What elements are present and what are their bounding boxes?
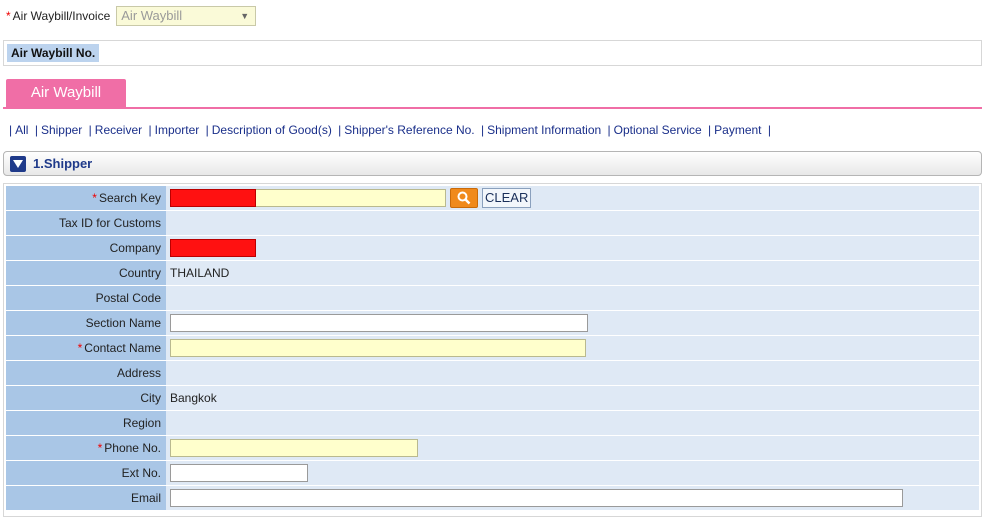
contact-name-label: Contact Name xyxy=(84,341,161,355)
nav-separator: | xyxy=(607,123,611,137)
nav-link-shipper[interactable]: Shipper xyxy=(41,123,82,137)
field-value xyxy=(166,436,979,460)
country-label: Country xyxy=(6,261,166,285)
nav-link-payment[interactable]: Payment xyxy=(714,123,761,137)
nav-separator: | xyxy=(480,123,485,137)
required-mark: * xyxy=(92,191,97,205)
nav-link-shipment-information[interactable]: Shipment Information xyxy=(487,123,601,137)
search-button[interactable] xyxy=(450,188,478,208)
form-row-city: City Bangkok xyxy=(6,386,979,411)
field-label: * Contact Name xyxy=(6,336,166,360)
city-value: Bangkok xyxy=(166,386,979,410)
tab-air-waybill[interactable]: Air Waybill xyxy=(6,79,126,107)
form-row-tax-id: Tax ID for Customs xyxy=(6,211,979,236)
form-row-section-name: Section Name xyxy=(6,311,979,336)
nav-link-all[interactable]: All xyxy=(15,123,28,137)
section-nav: | All | Shipper | Receiver | Importer | Descr… xyxy=(6,123,774,137)
form-row-company: Company xyxy=(6,236,979,261)
field-value xyxy=(166,486,979,510)
search-key-label: Search Key xyxy=(98,191,161,205)
ext-label: Ext No. xyxy=(6,461,166,485)
required-mark: * xyxy=(77,341,83,355)
section-name-input[interactable] xyxy=(170,314,588,332)
nav-link-receiver[interactable]: Receiver xyxy=(95,123,142,137)
contact-name-input[interactable] xyxy=(170,339,586,357)
postal-code-label: Postal Code xyxy=(6,286,166,310)
required-mark: * xyxy=(6,9,11,23)
field-label: * Search Key xyxy=(6,186,166,210)
nav-link-importer[interactable]: Importer xyxy=(155,123,200,137)
nav-separator: | xyxy=(148,123,152,137)
address-value xyxy=(166,361,979,385)
tax-id-label: Tax ID for Customs xyxy=(6,211,166,235)
form-row-phone: * Phone No. xyxy=(6,436,979,461)
nav-separator: | xyxy=(88,123,92,137)
redacted-block xyxy=(170,239,256,257)
form-row-region: Region xyxy=(6,411,979,436)
field-label: * Phone No. xyxy=(6,436,166,460)
document-type-label: Air Waybill/Invoice xyxy=(12,9,111,23)
field-value xyxy=(166,311,979,335)
air-waybill-number-panel: Air Waybill No. xyxy=(3,40,982,66)
email-input[interactable] xyxy=(170,489,903,507)
nav-separator: | xyxy=(205,123,209,137)
clear-button[interactable]: CLEAR xyxy=(482,188,532,208)
nav-separator: | xyxy=(9,123,13,137)
search-key-input[interactable] xyxy=(170,189,446,207)
postal-code-value xyxy=(166,286,979,310)
nav-link-description-of-goods[interactable]: Description of Good(s) xyxy=(212,123,332,137)
nav-link-optional-service[interactable]: Optional Service xyxy=(614,123,702,137)
search-icon xyxy=(457,191,471,205)
form-row-search-key: * Search Key CLEAR xyxy=(6,186,979,211)
ext-input[interactable] xyxy=(170,464,308,482)
document-type-value: Air Waybill xyxy=(121,8,183,23)
nav-link-shipper-reference[interactable]: Shipper's Reference No. xyxy=(344,123,474,137)
country-value: THAILAND xyxy=(166,261,979,285)
shipper-section-header[interactable]: 1.Shipper xyxy=(3,151,982,176)
triangle-down-icon[interactable] xyxy=(10,155,26,172)
nav-separator: | xyxy=(708,123,712,137)
email-label: Email xyxy=(6,486,166,510)
nav-separator: | xyxy=(34,123,38,137)
tab-bar: Air Waybill xyxy=(3,79,982,109)
document-type-select[interactable]: Air Waybill ▼ xyxy=(116,6,257,26)
section-name-label: Section Name xyxy=(6,311,166,335)
tax-id-value xyxy=(166,211,979,235)
form-row-ext: Ext No. xyxy=(6,461,979,486)
search-key-field[interactable] xyxy=(256,189,446,207)
document-type-row: * Air Waybill/Invoice Air Waybill ▼ xyxy=(6,6,257,26)
company-value xyxy=(166,236,979,260)
section-title: 1.Shipper xyxy=(33,156,93,171)
shipper-form: * Search Key CLEAR Tax ID for Customs Com… xyxy=(3,183,982,517)
form-row-postal-code: Postal Code xyxy=(6,286,979,311)
form-row-contact-name: * Contact Name xyxy=(6,336,979,361)
city-label: City xyxy=(6,386,166,410)
redacted-block xyxy=(170,189,256,207)
field-value: CLEAR xyxy=(166,186,979,210)
region-label: Region xyxy=(6,411,166,435)
address-label: Address xyxy=(6,361,166,385)
company-label: Company xyxy=(6,236,166,260)
field-value xyxy=(166,461,979,485)
phone-label: Phone No. xyxy=(104,441,161,455)
form-row-country: Country THAILAND xyxy=(6,261,979,286)
required-mark: * xyxy=(97,441,103,455)
nav-separator: | xyxy=(767,123,771,137)
field-value xyxy=(166,336,979,360)
chevron-down-icon: ▼ xyxy=(240,11,250,21)
nav-separator: | xyxy=(338,123,342,137)
form-row-email: Email xyxy=(6,486,979,511)
region-value xyxy=(166,411,979,435)
phone-input[interactable] xyxy=(170,439,418,457)
form-row-address: Address xyxy=(6,361,979,386)
air-waybill-number-label: Air Waybill No. xyxy=(7,44,100,62)
